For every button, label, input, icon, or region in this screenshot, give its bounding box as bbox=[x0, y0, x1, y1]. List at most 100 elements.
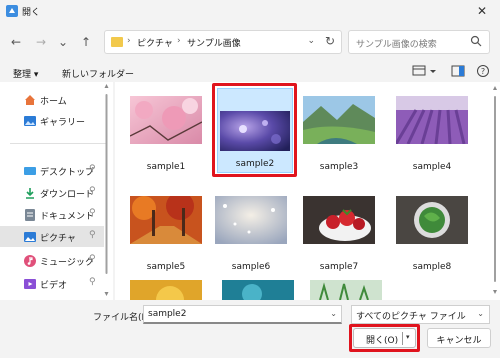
sidebar-item-label: ミュージック bbox=[40, 258, 94, 268]
pin-icon: ⚲ bbox=[89, 277, 96, 287]
open-button-label: 開く(O) bbox=[366, 336, 399, 346]
chevron-down-icon: ⌄ bbox=[477, 309, 484, 318]
app-icon bbox=[6, 5, 18, 17]
file-name: sample1 bbox=[146, 162, 186, 172]
cherry-blossom-image bbox=[130, 96, 202, 144]
search-icon bbox=[470, 35, 482, 47]
recent-locations-button[interactable]: ⌄ bbox=[55, 34, 71, 50]
music-icon bbox=[24, 255, 36, 267]
strawberries-image bbox=[303, 196, 375, 244]
window-title: 開く bbox=[22, 8, 41, 18]
file-tile-sample7[interactable]: sample7 bbox=[297, 188, 381, 278]
file-tile-sample2[interactable]: sample2 bbox=[217, 88, 293, 173]
file-name: sample3 bbox=[319, 162, 359, 172]
file-tile-sample6[interactable]: sample6 bbox=[209, 188, 293, 278]
back-button[interactable]: ← bbox=[8, 34, 24, 50]
preview-pane-icon[interactable] bbox=[451, 64, 465, 78]
breadcrumb-sample-images[interactable]: サンプル画像 bbox=[187, 36, 241, 49]
sidebar-item-label: ドキュメント bbox=[40, 212, 95, 222]
sidebar-item-downloads[interactable]: ダウンロード ⚲ bbox=[0, 182, 104, 203]
purple-bokeh-image bbox=[220, 111, 290, 151]
filename-field[interactable]: sample2 ⌄ bbox=[143, 305, 342, 324]
svg-text:?: ? bbox=[481, 67, 485, 76]
sidebar-item-label: ギャラリー bbox=[40, 118, 86, 128]
help-icon[interactable]: ? bbox=[476, 64, 490, 78]
sidebar-item-home[interactable]: ホーム bbox=[0, 89, 104, 110]
file-name: sample6 bbox=[231, 262, 271, 272]
filename-value: sample2 bbox=[148, 309, 187, 319]
download-icon bbox=[26, 188, 34, 199]
close-button[interactable]: ✕ bbox=[464, 0, 500, 22]
cancel-button-label: キャンセル bbox=[436, 336, 482, 346]
up-button[interactable]: ↑ bbox=[78, 34, 94, 50]
documents-icon bbox=[25, 209, 35, 221]
teal-water-image bbox=[222, 280, 294, 300]
mountain-landscape-image bbox=[303, 96, 375, 144]
sidebar-item-label: デスクトップ bbox=[40, 168, 95, 178]
desktop-icon bbox=[24, 167, 36, 175]
file-name: sample4 bbox=[412, 162, 452, 172]
folder-icon bbox=[111, 37, 123, 47]
breadcrumb-separator: › bbox=[177, 36, 181, 46]
autumn-forest-image bbox=[130, 196, 202, 244]
file-tile-partial[interactable] bbox=[310, 280, 382, 300]
home-icon bbox=[25, 95, 35, 105]
view-options-icon[interactable] bbox=[412, 64, 438, 78]
file-name: sample5 bbox=[146, 262, 186, 272]
open-options-chevron-icon[interactable]: ▾ bbox=[406, 333, 410, 341]
sidebar-item-videos[interactable]: ビデオ ⚲ bbox=[0, 273, 104, 294]
file-tile-partial[interactable] bbox=[130, 280, 202, 300]
refresh-icon[interactable]: ↻ bbox=[325, 34, 335, 48]
lavender-field-image bbox=[396, 96, 468, 144]
address-bar[interactable]: › ピクチャ › サンプル画像 ⌄ ↻ bbox=[104, 30, 342, 54]
forward-button[interactable]: → bbox=[33, 34, 49, 50]
pictures-icon bbox=[24, 232, 36, 242]
file-tile-sample1[interactable]: sample1 bbox=[124, 88, 208, 178]
open-button[interactable]: 開く(O) ▾ bbox=[353, 328, 416, 348]
breadcrumb-pictures[interactable]: ピクチャ bbox=[137, 36, 173, 49]
file-tile-sample3[interactable]: sample3 bbox=[297, 88, 381, 178]
videos-icon bbox=[24, 279, 36, 289]
organize-menu[interactable]: 整理 ▾ bbox=[13, 67, 38, 80]
sidebar-scrollbar[interactable] bbox=[104, 84, 109, 296]
file-tile-sample5[interactable]: sample5 bbox=[124, 188, 208, 278]
sidebar-item-label: ピクチャ bbox=[40, 234, 76, 244]
file-tile-sample4[interactable]: sample4 bbox=[390, 88, 474, 178]
grass-image bbox=[310, 280, 382, 300]
pin-icon: ⚲ bbox=[89, 164, 96, 174]
snowy-light-image bbox=[215, 196, 287, 244]
cancel-button[interactable]: キャンセル bbox=[427, 328, 491, 348]
split-divider bbox=[402, 332, 403, 345]
breadcrumb-separator: › bbox=[127, 36, 131, 46]
sidebar-item-documents[interactable]: ドキュメント ⚲ bbox=[0, 204, 104, 225]
address-dropdown-icon[interactable]: ⌄ bbox=[307, 36, 315, 46]
file-tile-partial[interactable] bbox=[222, 280, 294, 300]
file-type-value: すべてのピクチャ ファイル bbox=[356, 312, 466, 322]
file-name: sample8 bbox=[412, 262, 452, 272]
pin-icon: ⚲ bbox=[89, 186, 96, 196]
file-name: sample2 bbox=[235, 159, 275, 169]
chevron-down-icon[interactable]: ⌄ bbox=[330, 309, 337, 318]
sidebar-item-desktop[interactable]: デスクトップ ⚲ bbox=[0, 160, 104, 181]
pin-icon: ⚲ bbox=[89, 230, 96, 240]
sidebar-item-label: ホーム bbox=[40, 97, 67, 107]
title-bar: 開く ✕ bbox=[0, 0, 500, 22]
sidebar-item-label: ビデオ bbox=[40, 281, 68, 291]
basil-bowl-image bbox=[396, 196, 468, 244]
sidebar-item-music[interactable]: ミュージック ⚲ bbox=[0, 250, 104, 271]
pin-icon: ⚲ bbox=[89, 254, 96, 264]
file-type-filter[interactable]: すべてのピクチャ ファイル ⌄ bbox=[351, 305, 490, 324]
sidebar-item-gallery[interactable]: ギャラリー bbox=[0, 110, 104, 131]
file-name: sample7 bbox=[319, 262, 359, 272]
search-box[interactable]: サンプル画像の検索 bbox=[348, 30, 490, 54]
gallery-icon bbox=[24, 116, 36, 126]
file-list-scrollbar[interactable] bbox=[492, 86, 498, 294]
pin-icon: ⚲ bbox=[89, 208, 96, 218]
file-tile-sample8[interactable]: sample8 bbox=[390, 188, 474, 278]
search-input[interactable]: サンプル画像の検索 bbox=[356, 37, 437, 50]
golden-image bbox=[130, 280, 202, 300]
new-folder-button[interactable]: 新しいフォルダー bbox=[62, 67, 134, 80]
sidebar-item-pictures[interactable]: ピクチャ ⚲ bbox=[0, 226, 104, 247]
sidebar-divider bbox=[10, 143, 106, 144]
sidebar-item-label: ダウンロード bbox=[40, 190, 95, 200]
